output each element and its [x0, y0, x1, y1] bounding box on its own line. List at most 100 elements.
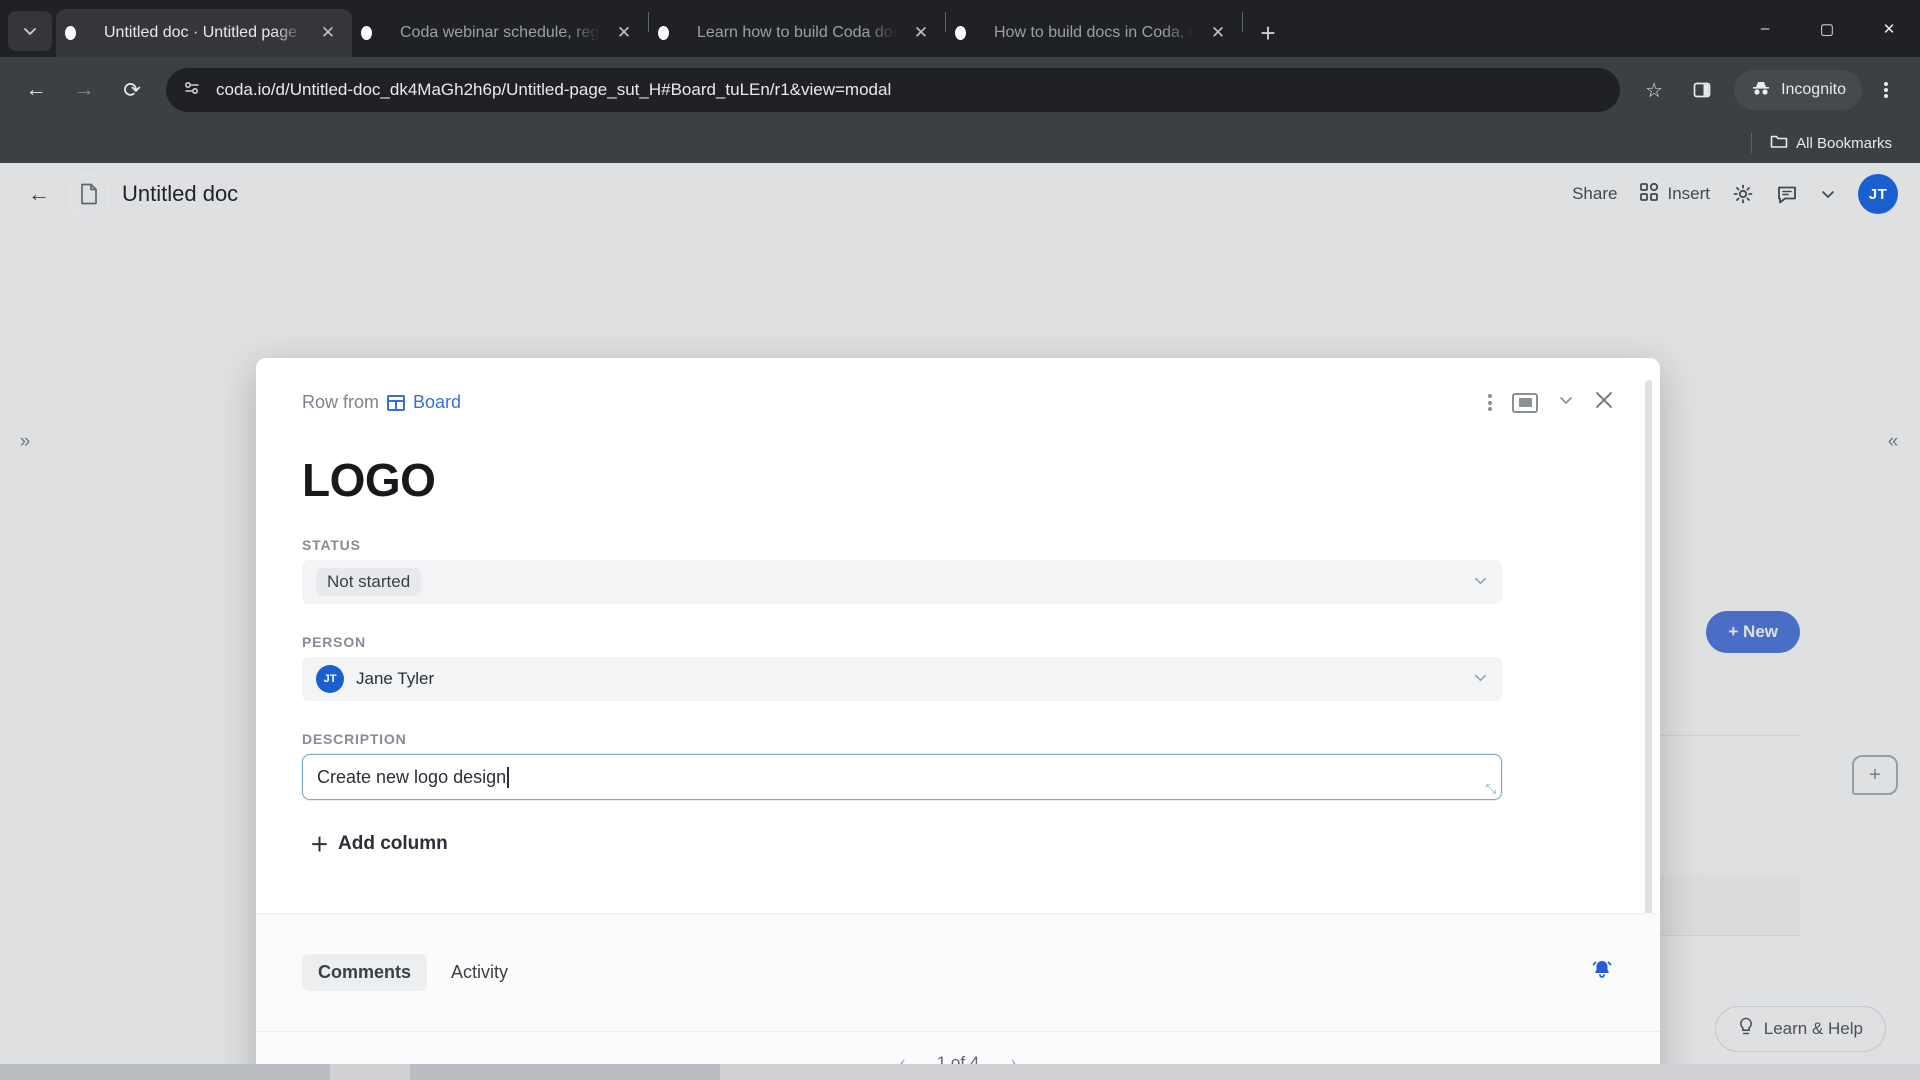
new-tab-button[interactable]: + [1249, 14, 1287, 52]
modal-scrollbar[interactable] [1645, 380, 1652, 913]
browser-window: Untitled doc · Untitled page ✕ Coda webi… [0, 0, 1920, 1080]
tab-title: Learn how to build Coda docs [697, 24, 897, 41]
incognito-icon [1750, 79, 1772, 102]
tab-search-button[interactable] [8, 11, 52, 51]
taskbar-segment [0, 1064, 330, 1080]
chevron-down-icon[interactable] [1473, 573, 1488, 592]
back-button[interactable]: ← [14, 68, 58, 112]
coda-app: ← Untitled doc Share Insert JT » « + New… [0, 163, 1920, 1080]
reload-button[interactable]: ⟳ [110, 68, 154, 112]
browser-toolbar: ← → ⟳ coda.io/d/Untitled-doc_dk4MaGh2h6p… [0, 57, 1920, 123]
insert-label: Insert [1667, 184, 1710, 203]
avatar[interactable]: JT [1858, 174, 1898, 214]
tab-comments[interactable]: Comments [302, 954, 428, 991]
modal-footer: Comments Activity [256, 913, 1660, 1031]
forward-button[interactable]: → [62, 68, 106, 112]
window-controls: – ▢ ✕ [1734, 0, 1920, 57]
page-title[interactable]: Untitled doc [122, 181, 238, 207]
table-link[interactable]: Board [413, 392, 461, 413]
maximize-button[interactable]: ▢ [1796, 0, 1858, 57]
description-value: Create new logo design [317, 766, 507, 787]
coda-favicon-icon [962, 23, 982, 43]
coda-favicon-icon [368, 23, 388, 43]
tab-divider [1242, 11, 1243, 32]
text-caret [507, 766, 509, 788]
gear-icon[interactable] [1732, 183, 1754, 205]
table-icon [387, 394, 406, 411]
close-icon[interactable] [1594, 390, 1614, 415]
modal-actions [1488, 390, 1614, 415]
close-tab-icon[interactable]: ✕ [612, 21, 636, 45]
header-actions: Share Insert JT [1572, 174, 1898, 214]
plus-icon: ＋ [310, 835, 330, 856]
footer-tabs: Comments Activity [302, 954, 1614, 991]
insert-icon [1639, 182, 1659, 207]
bell-icon[interactable] [1590, 958, 1614, 988]
modal-body: Row from Board LOGO STATUS Not started P… [256, 358, 1660, 913]
insert-button[interactable]: Insert [1639, 182, 1710, 207]
add-column-label: Add column [338, 832, 448, 854]
breadcrumb: Row from Board [302, 392, 461, 413]
add-column-button[interactable]: ＋ Add column [302, 824, 456, 863]
coda-favicon-icon [72, 23, 92, 43]
all-bookmarks-label: All Bookmarks [1796, 134, 1892, 152]
folder-icon [1770, 133, 1788, 153]
chevron-down-icon[interactable] [1820, 186, 1836, 202]
field-person: PERSON JT Jane Tyler [302, 634, 1614, 701]
document-icon[interactable] [70, 175, 108, 213]
description-input[interactable]: Create new logo design ⤡ [302, 754, 1502, 800]
back-arrow-icon[interactable]: ← [22, 177, 56, 211]
row-from-label: Row from [302, 392, 380, 412]
browser-tab-3[interactable]: Learn how to build Coda docs ✕ [649, 9, 945, 57]
row-title[interactable]: LOGO [302, 453, 1614, 507]
all-bookmarks-button[interactable]: All Bookmarks [1762, 133, 1900, 153]
minimize-button[interactable]: – [1734, 0, 1796, 57]
side-panel-icon[interactable] [1680, 68, 1724, 112]
tab-title: Untitled doc · Untitled page [104, 24, 297, 41]
taskbar-segment [410, 1064, 720, 1080]
field-label: DESCRIPTION [302, 731, 407, 747]
avatar: JT [316, 665, 344, 693]
resize-grip-icon[interactable]: ⤡ [1486, 781, 1496, 797]
modal-topbar: Row from Board [302, 390, 1614, 415]
share-button[interactable]: Share [1572, 184, 1617, 204]
incognito-indicator[interactable]: Incognito [1734, 70, 1862, 110]
incognito-label: Incognito [1781, 81, 1846, 98]
coda-favicon-icon [665, 23, 685, 43]
close-window-button[interactable]: ✕ [1858, 0, 1920, 57]
status-select[interactable]: Not started [302, 560, 1502, 604]
address-bar[interactable]: coda.io/d/Untitled-doc_dk4MaGh2h6p/Untit… [166, 68, 1621, 112]
tab-activity[interactable]: Activity [435, 954, 524, 991]
field-status: STATUS Not started [302, 537, 1614, 604]
tab-title: Coda webinar schedule, regist [400, 24, 600, 41]
more-options-icon[interactable] [1488, 392, 1492, 414]
comment-icon[interactable] [1776, 183, 1798, 205]
bookmarks-divider [1751, 133, 1753, 153]
close-tab-icon[interactable]: ✕ [316, 21, 340, 45]
star-icon[interactable]: ☆ [1632, 68, 1676, 112]
display-mode-icon[interactable] [1512, 392, 1538, 413]
chevron-down-icon[interactable] [1473, 670, 1488, 689]
close-tab-icon[interactable]: ✕ [1206, 21, 1230, 45]
browser-tab-1[interactable]: Untitled doc · Untitled page ✕ [56, 9, 352, 57]
chevron-down-icon[interactable] [1558, 392, 1574, 413]
close-tab-icon[interactable]: ✕ [909, 21, 933, 45]
url-text: coda.io/d/Untitled-doc_dk4MaGh2h6p/Untit… [216, 80, 892, 99]
doc-header: ← Untitled doc Share Insert JT [0, 163, 1920, 225]
person-select[interactable]: JT Jane Tyler [302, 657, 1502, 701]
field-label: STATUS [302, 537, 361, 553]
browser-tab-2[interactable]: Coda webinar schedule, regist ✕ [352, 9, 648, 57]
field-description: DESCRIPTION Create new logo design ⤡ [302, 731, 1614, 800]
row-detail-modal: Row from Board LOGO STATUS Not started P… [256, 358, 1660, 1080]
tab-strip: Untitled doc · Untitled page ✕ Coda webi… [0, 0, 1920, 57]
taskbar-strip [0, 1064, 1920, 1080]
bookmarks-bar: All Bookmarks [0, 123, 1920, 163]
tab-title: How to build docs in Coda, cre [994, 24, 1194, 41]
status-badge: Not started [316, 568, 422, 596]
browser-menu-icon[interactable] [1866, 70, 1906, 110]
field-label: PERSON [302, 634, 366, 650]
browser-tab-4[interactable]: How to build docs in Coda, cre ✕ [946, 9, 1242, 57]
page-info-icon[interactable] [182, 78, 202, 103]
share-label: Share [1572, 184, 1618, 203]
person-name: Jane Tyler [356, 669, 435, 688]
